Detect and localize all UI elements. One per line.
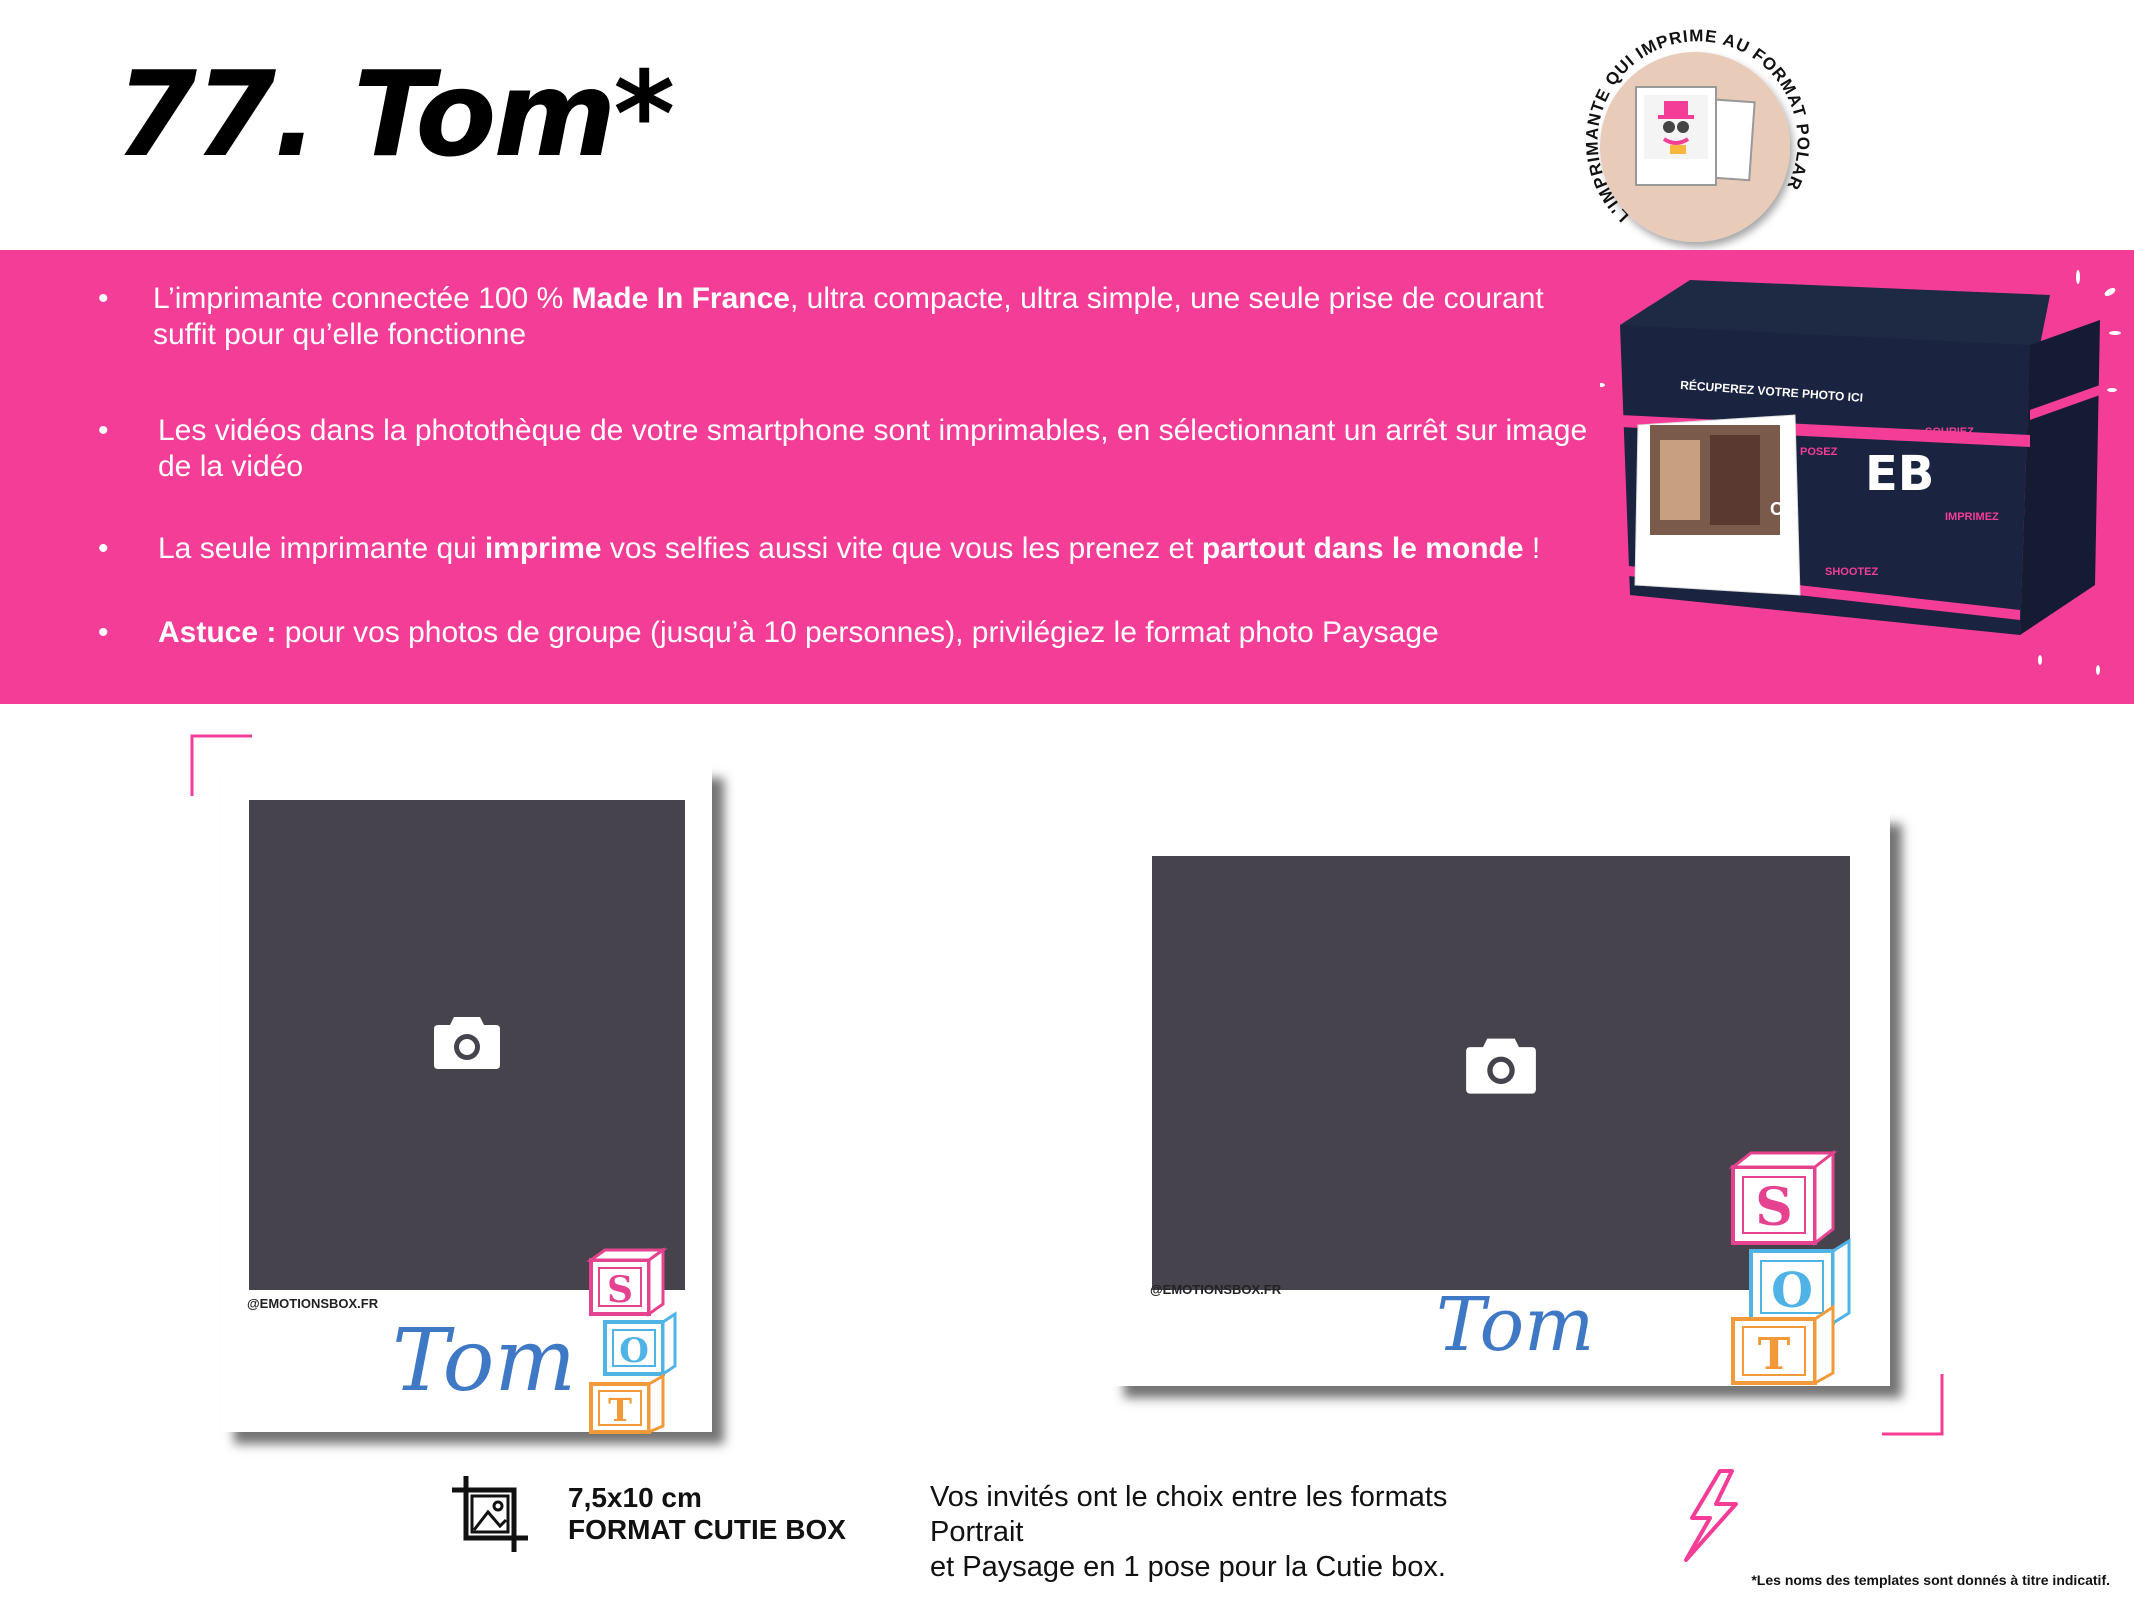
camera-icon bbox=[1466, 1038, 1536, 1094]
block-letter: O bbox=[619, 1331, 649, 1371]
page-title: 77. Tom* bbox=[115, 45, 675, 183]
printer-image: RÉCUPEREZ VOTRE PHOTO ICI EB POSEZ SOURI… bbox=[1600, 270, 2121, 675]
bullet-dot: • bbox=[98, 282, 109, 315]
block-letter: O bbox=[1771, 1263, 1813, 1319]
template-name: Tom bbox=[392, 1311, 577, 1411]
template-name: Tom bbox=[1436, 1282, 1595, 1368]
lightning-icon bbox=[1684, 1469, 1738, 1562]
printer-box-text: OX bbox=[1770, 499, 1796, 519]
abc-blocks: S O T bbox=[1728, 1149, 1851, 1386]
landscape-template: @EMOTIONSBOX.FR Tom S O T bbox=[1112, 812, 1890, 1386]
polaroid-badge: L'IMPRIMANTE QUI IMPRIME AU FORMAT POLAR… bbox=[1560, 5, 1812, 242]
format-size: 7,5x10 cm bbox=[568, 1482, 702, 1513]
footnote: *Les noms des templates sont donnés à ti… bbox=[1751, 1572, 2110, 1588]
block-letter: S bbox=[1755, 1177, 1793, 1238]
corner-bracket bbox=[1882, 1374, 1944, 1436]
block-letter: T bbox=[1758, 1329, 1791, 1380]
template-handle: @EMOTIONSBOX.FR bbox=[247, 1296, 379, 1311]
camera-icon bbox=[434, 1017, 500, 1069]
printer-word: SHOOTEZ bbox=[1825, 566, 1878, 578]
template-handle: @EMOTIONSBOX.FR bbox=[1150, 1282, 1282, 1297]
printer-word: POSEZ bbox=[1800, 446, 1838, 458]
abc-blocks: S O T bbox=[587, 1247, 677, 1435]
printer-word: SOURIEZ bbox=[1925, 426, 1974, 438]
block-letter: T bbox=[608, 1391, 632, 1429]
format-name: FORMAT CUTIE BOX bbox=[568, 1514, 846, 1545]
bullet-dot: • bbox=[98, 414, 109, 447]
portrait-template: @EMOTIONSBOX.FR Tom S O T bbox=[222, 766, 712, 1435]
bullet-dot: • bbox=[98, 616, 109, 649]
bullet-dot: • bbox=[98, 532, 109, 565]
made-in-france: Made In France bbox=[571, 282, 790, 315]
block-letter: S bbox=[607, 1269, 633, 1311]
printer-logo: EB bbox=[1865, 446, 1934, 502]
printer-word: IMPRIMEZ bbox=[1945, 511, 1999, 523]
format-choice-text: Vos invités ont le choix entre les forma… bbox=[930, 1481, 1448, 1583]
crop-image-icon bbox=[452, 1476, 528, 1552]
